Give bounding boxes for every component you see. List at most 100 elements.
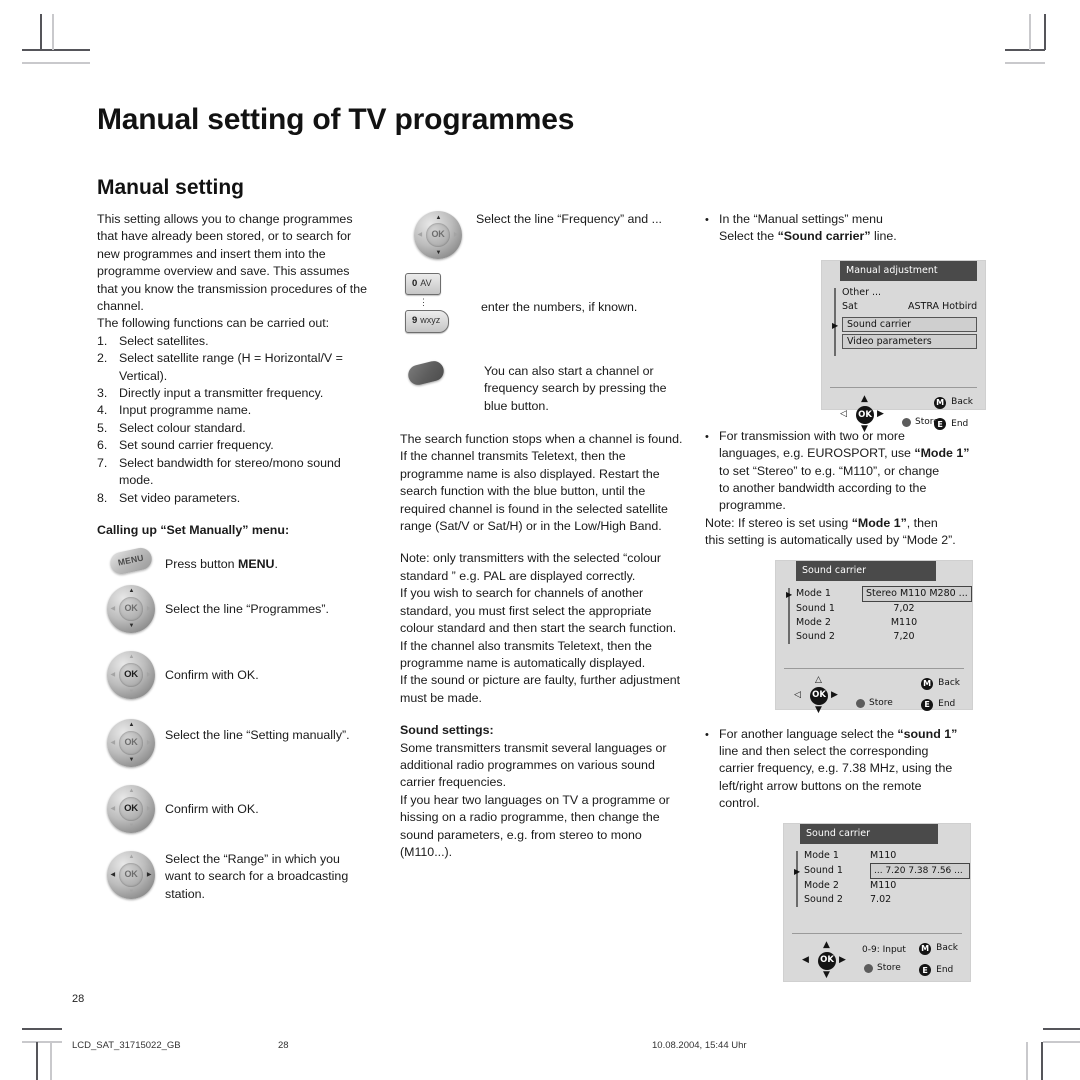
note-b: , then [906,515,938,530]
arrow-down-icon[interactable]: ▼ [815,706,822,715]
arrow-right-icon[interactable]: ▶ [454,232,459,238]
nav-pad-updown-icon[interactable]: ▲ ▼ ◀ ▶ OK [414,211,462,259]
numeric-key-9[interactable]: 9 wxyz [405,310,450,333]
screen2-mode1-label: Mode 1 [796,588,831,600]
end-key[interactable]: E End [919,962,958,979]
arrow-down-icon[interactable]: ▼ [129,823,135,829]
arrow-right-icon[interactable]: ▶ [147,740,152,746]
ok-button-label[interactable]: OK [426,223,450,247]
ok-button[interactable]: OK [856,406,874,425]
ok-button-label[interactable]: OK [119,862,143,887]
end-badge-icon: E [921,699,934,712]
nav-pad-updown-icon[interactable]: ▲ ▼ ◀ ▶ OK [107,718,155,767]
screen1-row-video-parameters[interactable]: Video parameters [842,334,977,350]
arrow-up-icon[interactable]: ▲ [129,588,135,594]
bullet3-line1: For another language select the “sound 1… [719,726,995,743]
screen1-footer: ▲ ▼ ◁ ▶ OK Store M Back E End [822,392,985,438]
arrow-left-icon[interactable]: ◁ [840,410,847,419]
screen2-row-mode1[interactable]: ▶ Mode 1 Stereo M110 M280 ... [784,586,972,603]
nav-pad-ok-icon[interactable]: ▲ ▼ ◀ ▶ OK [107,650,155,699]
nav-pad-ok-icon[interactable]: ▲ ▼ ◀ ▶ OK [107,784,155,833]
list-text: Input programme name. [119,403,252,418]
list-text: Select bandwidth for stereo/mono sound m… [119,455,341,488]
screen3-row-mode1[interactable]: Mode 1 M110 [792,849,970,863]
arrow-up-icon[interactable]: ▲ [436,215,442,221]
arrow-right-icon[interactable]: ▶ [147,606,152,612]
arrow-down-icon[interactable]: ▼ [129,689,135,695]
screen1-sat-label: Sat [842,301,858,313]
store-dot-icon [864,964,873,974]
screen1-row-sat[interactable]: Sat ASTRA Hotbird [830,300,985,314]
screen3-row-sound1[interactable]: ▶ Sound 1 ... 7.20 7.38 7.56 ... [792,863,970,880]
screen2-title: Sound carrier [796,560,936,582]
ok-button[interactable]: OK [810,687,828,706]
back-key[interactable]: M Back [921,675,960,692]
blue-button-icon[interactable] [406,358,446,387]
screen1-row-sound-carrier[interactable]: Sound carrier [842,317,977,333]
screen3-dpad-icon[interactable]: ▲ ▼ ◀ ▶ OK [800,940,862,980]
nav-pad-updown-icon[interactable]: ▲ ▼ ◀ ▶ OK [107,584,155,633]
ok-button[interactable]: OK [818,952,836,971]
screen3-row-mode2[interactable]: Mode 2 M110 [792,879,970,893]
arrow-right-icon[interactable]: ▶ [831,691,838,700]
back-key[interactable]: M Back [919,940,958,957]
nav-pad-leftright-icon[interactable]: ▲ ▼ ◀ ▶ OK [107,850,155,899]
ok-button-label[interactable]: OK [119,796,143,821]
numeric-keys-icon[interactable]: 0 AV ⋮ 9 wxyz [405,273,450,333]
arrow-up-icon[interactable]: ▲ [823,941,830,950]
screen3-row-sound2[interactable]: Sound 2 7.02 [792,893,970,907]
bullet-two-or-more-languages: • For transmission with two or more lang… [705,428,995,515]
paragraph-another-standard: If you wish to search for channels of an… [400,586,677,636]
arrow-left-icon[interactable]: ◀ [111,872,116,878]
screen2-mode1-value[interactable]: Stereo M110 M280 ... [862,586,972,603]
back-key[interactable]: M Back [934,394,973,411]
arrow-up-icon[interactable]: ▲ [129,854,135,860]
arrow-left-icon[interactable]: ◀ [111,740,116,746]
arrow-right-icon[interactable]: ▶ [147,872,152,878]
arrow-left-icon[interactable]: ◀ [111,672,116,678]
ok-button-label[interactable]: OK [119,730,143,755]
arrow-right-icon[interactable]: ▶ [877,410,884,419]
arrow-down-icon[interactable]: ▼ [129,757,135,763]
arrow-down-icon[interactable]: ▼ [129,889,135,895]
screen2-row-sound2[interactable]: Sound 2 7,20 [784,630,972,644]
screen3-sound1-value[interactable]: ... 7.20 7.38 7.56 ... [870,863,970,880]
bullet-dot-icon: • [705,214,709,226]
list-item: 4. Input programme name. [97,402,369,419]
arrow-up-icon[interactable]: △ [815,676,822,685]
numeric-key-0[interactable]: 0 AV [405,273,441,296]
screen1-dpad-icon[interactable]: ▲ ▼ ◁ ▶ OK [838,394,900,434]
menu-key-icon[interactable]: MENU [97,546,165,577]
back-label: Back [936,943,958,954]
screen2-caret-icon: ▶ [786,590,793,600]
arrow-left-icon[interactable]: ◀ [111,606,116,612]
screen3-mode2-value: M110 [870,880,897,892]
right-column: • In the “Manual settings” menu Select t… [705,211,995,982]
screen2-row-mode2[interactable]: Mode 2 M110 [784,616,972,630]
arrow-down-icon[interactable]: ▼ [129,623,135,629]
ok-button-label[interactable]: OK [119,596,143,621]
end-key[interactable]: E End [934,416,973,433]
screen2-dpad-icon[interactable]: △ ▼ ◁ ▶ OK [792,675,854,715]
arrow-right-icon[interactable]: ▶ [147,806,152,812]
crop-mark-bl-v2 [50,1042,52,1080]
arrow-left-icon[interactable]: ◀ [418,232,423,238]
arrow-left-icon[interactable]: ◀ [111,806,116,812]
arrow-up-icon[interactable]: ▲ [129,722,135,728]
step-text: Select the line “Frequency” and ... [476,212,662,226]
arrow-right-icon[interactable]: ▶ [839,956,846,965]
end-key[interactable]: E End [921,696,960,713]
arrow-left-icon[interactable]: ◀ [802,956,809,965]
arrow-right-icon[interactable]: ▶ [147,672,152,678]
arrow-up-icon[interactable]: ▲ [861,395,868,404]
arrow-up-icon[interactable]: ▲ [129,788,135,794]
screen3-sound2-label: Sound 2 [804,894,843,906]
arrow-left-icon[interactable]: ◁ [794,691,801,700]
arrow-down-icon[interactable]: ▼ [861,425,868,434]
ok-button-label[interactable]: OK [119,662,143,687]
footer-date: 10.08.2004, 15:44 Uhr [652,1040,747,1051]
arrow-down-icon[interactable]: ▼ [823,971,830,980]
arrow-down-icon[interactable]: ▼ [436,250,442,256]
screen2-row-sound1[interactable]: Sound 1 7,02 [784,602,972,616]
arrow-up-icon[interactable]: ▲ [129,654,135,660]
